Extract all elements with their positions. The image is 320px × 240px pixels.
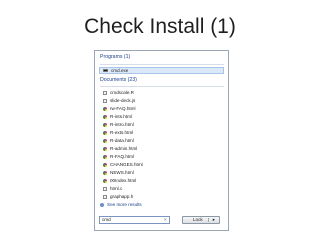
html-icon <box>103 146 107 151</box>
see-more-label: See more results <box>107 202 142 207</box>
document-item[interactable]: R-exts.html <box>103 129 133 136</box>
html-icon <box>103 178 107 183</box>
lock-button-divider <box>208 218 209 222</box>
program-item-cmd[interactable]: cmd.exe <box>103 67 128 74</box>
programs-divider <box>100 64 224 65</box>
documents-divider <box>100 86 224 87</box>
see-more-results-link[interactable]: See more results <box>100 201 142 208</box>
search-input[interactable]: cmd <box>99 216 170 224</box>
html-icon <box>103 130 107 135</box>
documents-header: Documents (23) <box>100 77 137 83</box>
document-item[interactable]: R-ints.html <box>103 113 132 120</box>
file-icon <box>103 194 107 199</box>
html-icon <box>103 162 107 167</box>
document-item-label: R-data.html <box>110 138 134 143</box>
lock-button[interactable]: Lock ▸ <box>182 216 220 224</box>
html-icon <box>103 170 107 175</box>
document-item-label: R-FAQ.html <box>110 154 134 159</box>
document-item-label: 00Index.html <box>110 178 137 183</box>
document-item[interactable]: graphapp.h <box>103 193 133 200</box>
start-menu-panel: Programs (1) cmd.exe Documents (23) cmds… <box>94 50 229 231</box>
search-results-icon <box>100 202 104 207</box>
document-item-label: slide-deck.js <box>110 98 136 103</box>
document-item[interactable]: R-intro.html <box>103 121 134 128</box>
document-item-label: graphapp.h <box>110 194 134 199</box>
program-item-label: cmd.exe <box>111 68 129 73</box>
programs-header: Programs (1) <box>100 54 131 60</box>
document-item-label: CHANGES.html <box>110 162 143 167</box>
html-icon <box>103 106 107 111</box>
document-item-label: R-ints.html <box>110 114 132 119</box>
document-item-label: html.c <box>110 186 123 191</box>
document-item-label: cmdscale.R <box>110 90 134 95</box>
document-item[interactable]: R-data.html <box>103 137 134 144</box>
document-item[interactable]: rw-FAQ.html <box>103 105 136 112</box>
document-item-label: NEWS.html <box>110 170 134 175</box>
document-item-label: R-intro.html <box>110 122 134 127</box>
file-icon <box>103 90 107 95</box>
file-icon <box>103 186 107 191</box>
chevron-right-icon[interactable]: ▸ <box>213 217 215 223</box>
slide: Check Install (1) Programs (1) cmd.exe D… <box>0 0 320 240</box>
lock-button-label: Lock <box>193 217 203 222</box>
console-icon <box>103 68 108 73</box>
document-item[interactable]: R-admin.html <box>103 145 137 152</box>
document-item[interactable]: CHANGES.html <box>103 161 143 168</box>
document-item[interactable]: NEWS.html <box>103 169 134 176</box>
html-icon <box>103 114 107 119</box>
clear-search-icon[interactable]: × <box>164 217 167 222</box>
document-item-label: R-admin.html <box>110 146 138 151</box>
slide-title: Check Install (1) <box>84 15 236 38</box>
document-item[interactable]: slide-deck.js <box>103 97 135 104</box>
document-item[interactable]: 00Index.html <box>103 177 136 184</box>
html-icon <box>103 154 107 159</box>
search-bar: cmd × Lock ▸ <box>99 214 224 226</box>
html-icon <box>103 122 107 127</box>
document-item[interactable]: cmdscale.R <box>103 89 134 96</box>
document-item[interactable]: html.c <box>103 185 122 192</box>
document-item-label: rw-FAQ.html <box>110 106 136 111</box>
document-item[interactable]: R-FAQ.html <box>103 153 134 160</box>
document-item-label: R-exts.html <box>110 130 134 135</box>
html-icon <box>103 138 107 143</box>
file-icon <box>103 98 107 103</box>
